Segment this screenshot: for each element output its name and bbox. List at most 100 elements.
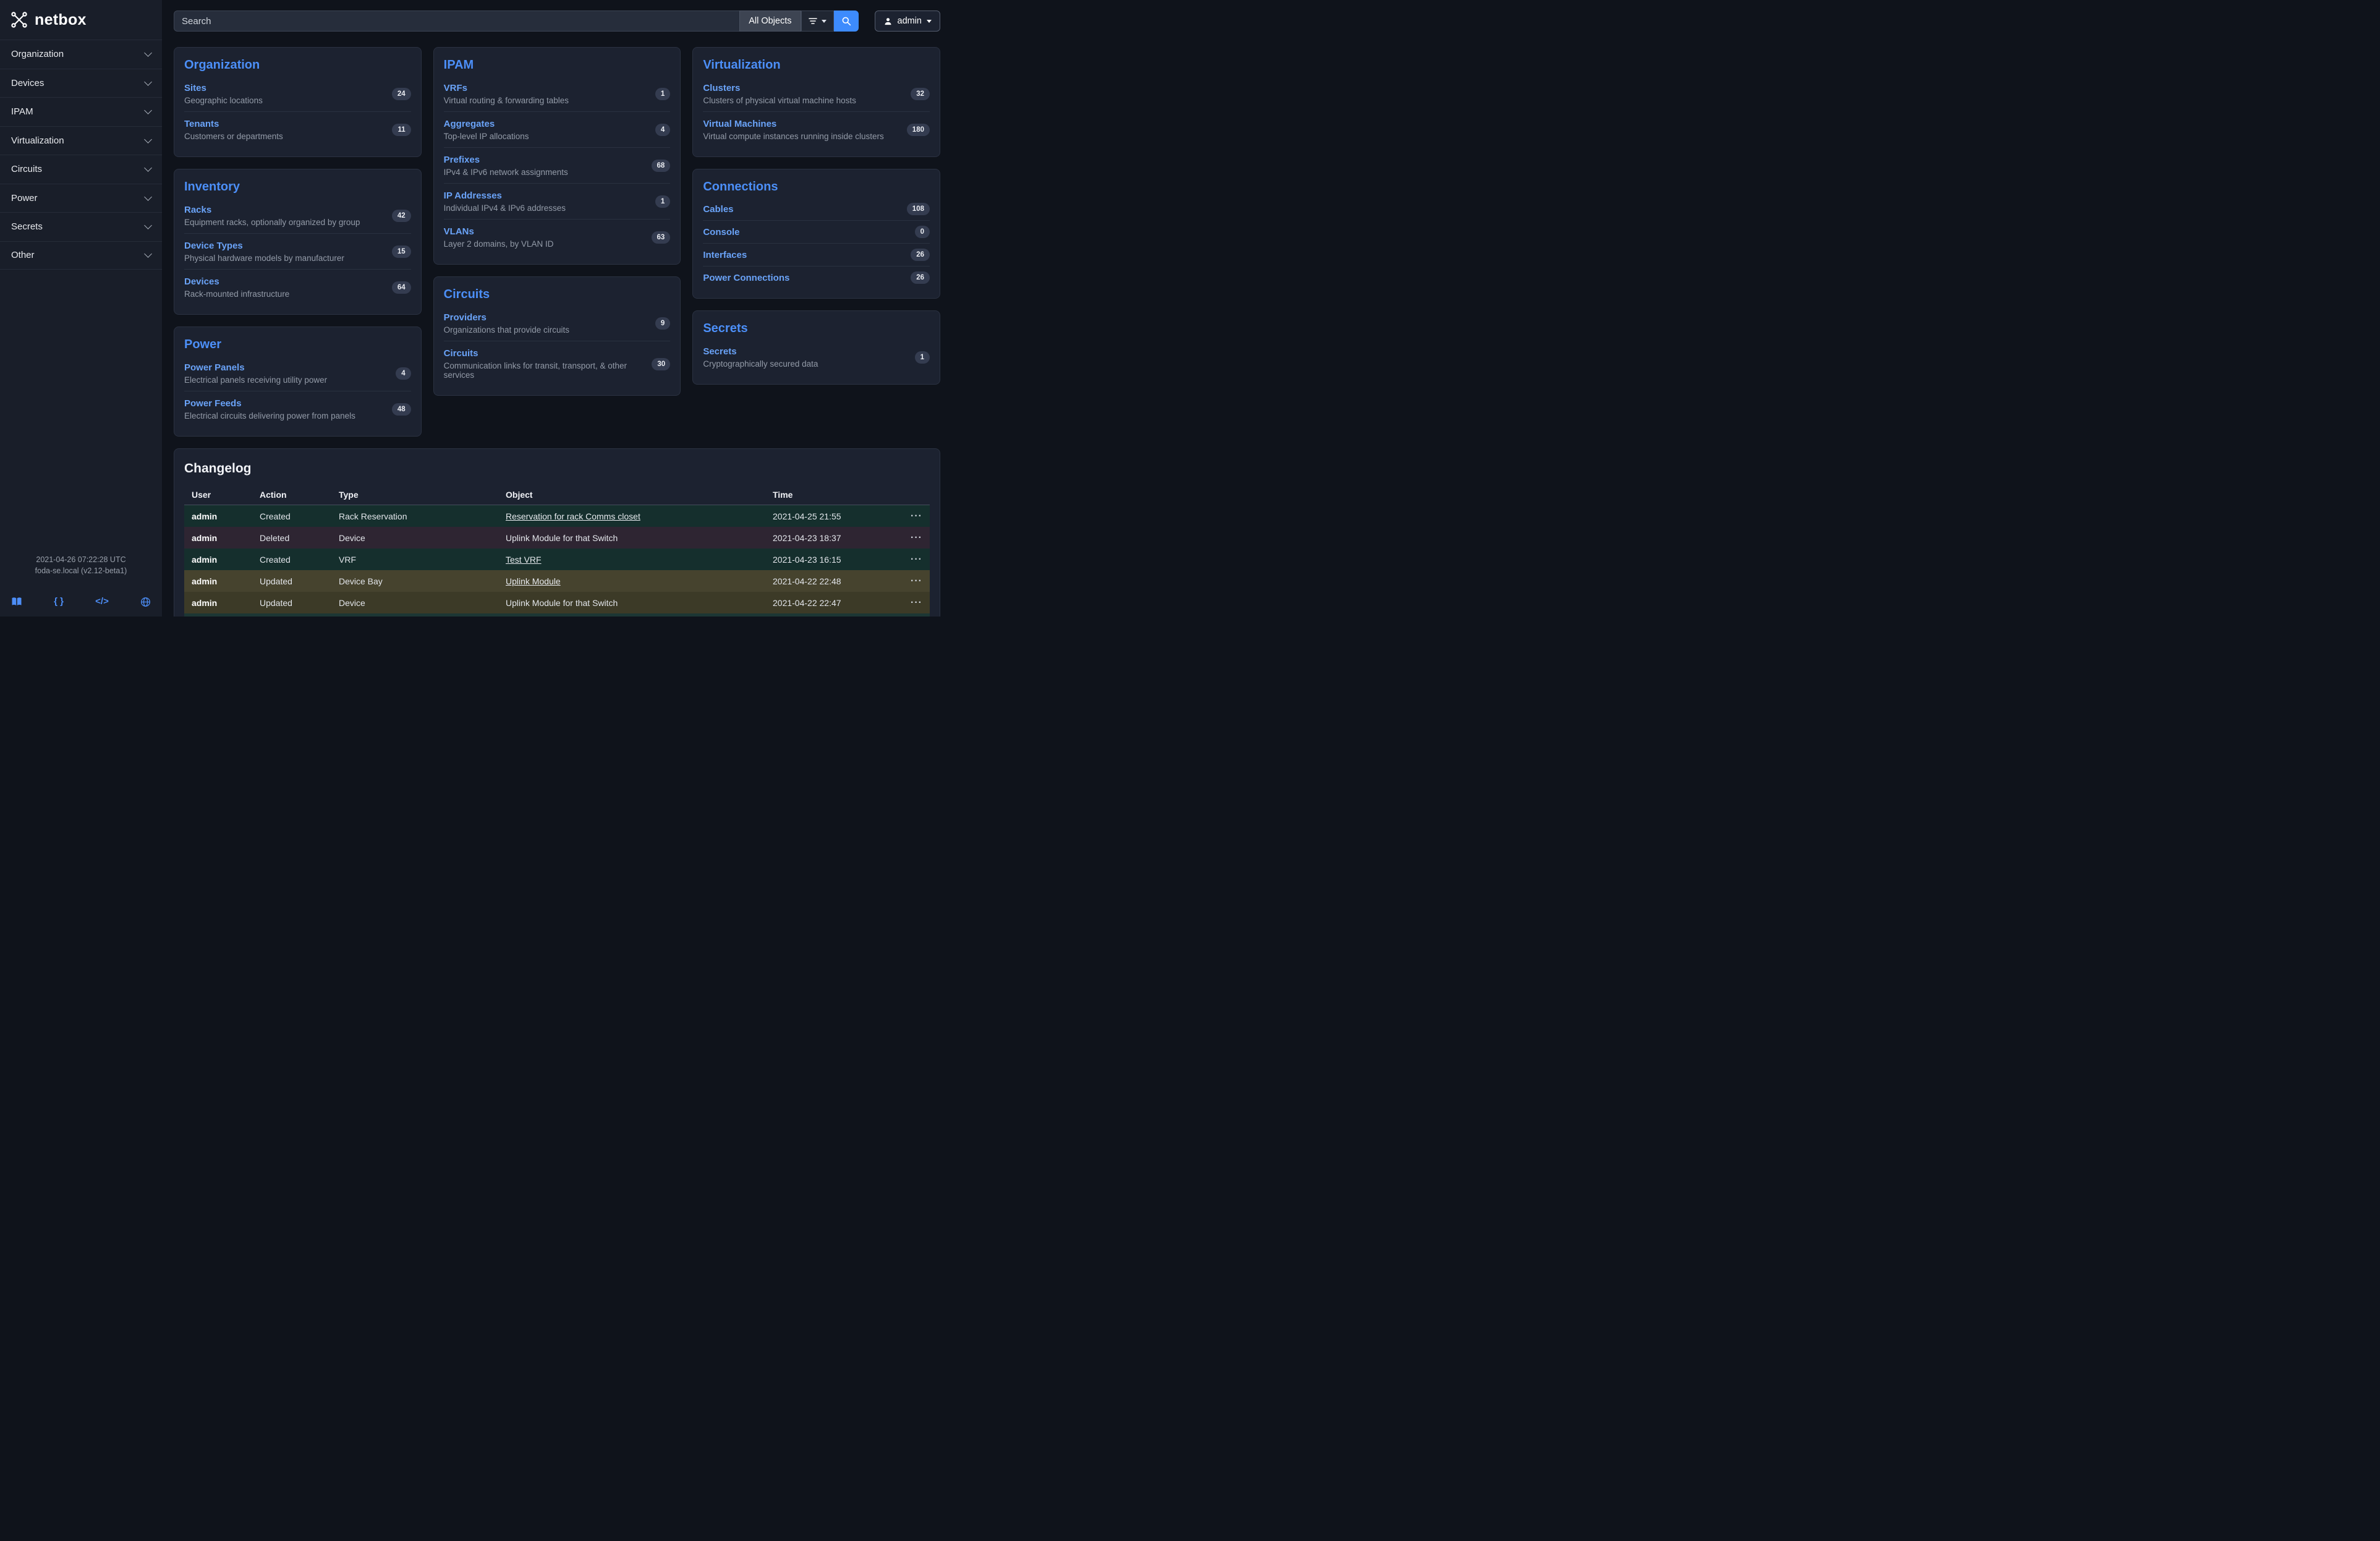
row-actions-button[interactable]: ··· xyxy=(911,576,922,586)
sidebar-item-organization[interactable]: Organization xyxy=(0,40,162,69)
dashboard-column-1: Organization Sites Geographic locations … xyxy=(174,47,422,437)
link-vrfs[interactable]: VRFs xyxy=(444,83,467,93)
count-badge: 4 xyxy=(655,124,670,136)
all-objects-button[interactable]: All Objects xyxy=(739,11,801,32)
list-item: Devices Rack-mounted infrastructure 64 xyxy=(184,269,411,305)
card-inventory: Inventory Racks Equipment racks, optiona… xyxy=(174,169,422,315)
list-item: Secrets Cryptographically secured data 1 xyxy=(703,339,930,375)
count-badge: 0 xyxy=(915,226,930,238)
link-cables[interactable]: Cables xyxy=(703,204,733,215)
link-device-types[interactable]: Device Types xyxy=(184,241,243,251)
card-title: Connections xyxy=(703,180,930,194)
list-item: Power Panels Electrical panels receiving… xyxy=(184,356,411,391)
search-button[interactable] xyxy=(834,11,859,32)
sidebar-item-circuits[interactable]: Circuits xyxy=(0,155,162,184)
sidebar-nav: Organization Devices IPAM Virtualization… xyxy=(0,40,162,270)
changelog-object: Uplink Module for that Switch xyxy=(506,533,618,543)
link-devices[interactable]: Devices xyxy=(184,276,219,287)
link-power-feeds[interactable]: Power Feeds xyxy=(184,398,242,409)
sidebar-item-ipam[interactable]: IPAM xyxy=(0,97,162,126)
item-description: Electrical circuits delivering power fro… xyxy=(184,411,355,420)
link-prefixes[interactable]: Prefixes xyxy=(444,155,480,165)
list-item: Clusters Clusters of physical virtual ma… xyxy=(703,76,930,111)
docs-icon[interactable] xyxy=(11,597,22,607)
list-item: Sites Geographic locations 24 xyxy=(184,76,411,111)
link-tenants[interactable]: Tenants xyxy=(184,119,219,129)
item-description: Individual IPv4 & IPv6 addresses xyxy=(444,203,566,213)
row-actions-button[interactable]: ··· xyxy=(911,533,922,543)
footer-icons: { } </> xyxy=(0,576,162,617)
link-virtual-machines[interactable]: Virtual Machines xyxy=(703,119,776,129)
item-description: Cryptographically secured data xyxy=(703,359,818,369)
card-ipam: IPAM VRFs Virtual routing & forwarding t… xyxy=(433,47,681,265)
changelog-row: admin Updated Device Bay Uplink Module 2… xyxy=(184,570,930,592)
sidebar-item-power[interactable]: Power xyxy=(0,184,162,213)
search-input[interactable] xyxy=(174,11,739,32)
changelog-user: admin xyxy=(184,549,252,570)
card-secrets: Secrets Secrets Cryptographically secure… xyxy=(692,310,940,385)
braces-icon[interactable]: { } xyxy=(54,595,64,608)
card-title: Organization xyxy=(184,58,411,72)
code-icon[interactable]: </> xyxy=(95,595,109,608)
changelog-type: VRF xyxy=(331,549,498,570)
count-badge: 64 xyxy=(392,281,411,294)
count-badge: 26 xyxy=(911,271,930,284)
count-badge: 1 xyxy=(655,88,670,100)
row-actions-button[interactable]: ··· xyxy=(911,598,922,608)
item-description: Virtual compute instances running inside… xyxy=(703,132,883,141)
link-clusters[interactable]: Clusters xyxy=(703,83,740,93)
count-badge: 24 xyxy=(392,88,411,100)
sidebar-item-label: IPAM xyxy=(11,106,33,117)
search-icon xyxy=(841,16,851,26)
link-secrets[interactable]: Secrets xyxy=(703,346,736,357)
row-actions-button[interactable]: ··· xyxy=(911,511,922,521)
changelog-object-link[interactable]: Reservation for rack Comms closet xyxy=(506,511,640,521)
count-badge: 63 xyxy=(652,231,671,244)
changelog-row: admin Created Rack Reservation Reservati… xyxy=(184,505,930,527)
sidebar-item-devices[interactable]: Devices xyxy=(0,69,162,98)
user-icon xyxy=(883,17,893,26)
item-description: Physical hardware models by manufacturer xyxy=(184,254,344,263)
link-power-connections[interactable]: Power Connections xyxy=(703,273,789,283)
list-item: Interfaces 26 xyxy=(703,243,930,266)
chevron-down-icon xyxy=(144,49,152,57)
link-racks[interactable]: Racks xyxy=(184,205,211,215)
link-ip-addresses[interactable]: IP Addresses xyxy=(444,190,502,201)
changelog-object-link[interactable]: Test VRF xyxy=(506,555,542,565)
globe-icon[interactable] xyxy=(140,597,151,607)
user-menu-label: admin xyxy=(898,16,922,26)
chevron-down-icon xyxy=(144,164,152,172)
sidebar-item-virtualization[interactable]: Virtualization xyxy=(0,126,162,155)
changelog-action: Created xyxy=(252,613,331,617)
list-item: Racks Equipment racks, optionally organi… xyxy=(184,198,411,233)
filter-dropdown-button[interactable] xyxy=(801,11,834,32)
count-badge: 1 xyxy=(915,351,930,364)
link-vlans[interactable]: VLANs xyxy=(444,226,474,237)
sidebar-item-label: Power xyxy=(11,193,38,203)
item-description: Layer 2 domains, by VLAN ID xyxy=(444,239,554,249)
server-time: 2021-04-26 07:22:28 UTC xyxy=(0,554,162,565)
link-interfaces[interactable]: Interfaces xyxy=(703,250,747,260)
link-power-panels[interactable]: Power Panels xyxy=(184,362,245,373)
sidebar-item-label: Organization xyxy=(11,49,64,59)
dashboard-column-3: Virtualization Clusters Clusters of phys… xyxy=(692,47,940,385)
user-menu-button[interactable]: admin xyxy=(875,11,941,32)
sidebar-item-label: Virtualization xyxy=(11,135,64,146)
netbox-logo[interactable]: netbox xyxy=(0,0,162,40)
list-item: Cables 108 xyxy=(703,198,930,220)
changelog-object-link[interactable]: Uplink Module xyxy=(506,576,561,586)
changelog-type: Device xyxy=(331,527,498,549)
link-sites[interactable]: Sites xyxy=(184,83,206,93)
link-aggregates[interactable]: Aggregates xyxy=(444,119,495,129)
changelog-action: Updated xyxy=(252,592,331,613)
count-badge: 15 xyxy=(392,245,411,258)
link-console[interactable]: Console xyxy=(703,227,739,237)
chevron-down-icon xyxy=(144,78,152,86)
link-providers[interactable]: Providers xyxy=(444,312,487,323)
sidebar-item-secrets[interactable]: Secrets xyxy=(0,212,162,241)
sidebar-item-other[interactable]: Other xyxy=(0,241,162,270)
link-circuits[interactable]: Circuits xyxy=(444,348,478,359)
list-item: Aggregates Top-level IP allocations 4 xyxy=(444,111,671,147)
row-actions-button[interactable]: ··· xyxy=(911,555,922,565)
changelog-user: admin xyxy=(184,592,252,613)
